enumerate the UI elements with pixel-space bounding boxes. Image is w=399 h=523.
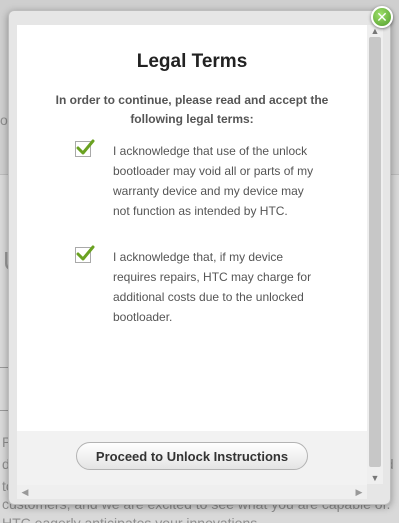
term-2-checkbox[interactable] [75, 245, 95, 263]
scroll-down-arrow-icon[interactable]: ▼ [367, 472, 383, 484]
term-2-text: I acknowledge that, if my device require… [113, 250, 312, 324]
proceed-to-unlock-button[interactable]: Proceed to Unlock Instructions [76, 442, 308, 470]
dialog-footer: Proceed to Unlock Instructions [17, 431, 367, 485]
dialog-content: Legal Terms In order to continue, please… [17, 25, 367, 431]
background-text: HTC eagerly anticipates your innovations… [2, 515, 262, 523]
scroll-right-arrow-icon[interactable]: ▶ [353, 485, 365, 499]
scroll-left-arrow-icon[interactable]: ◀ [19, 485, 31, 499]
dialog-intro: In order to continue, please read and ac… [55, 93, 329, 126]
close-icon: ✕ [376, 9, 388, 25]
term-1-text: I acknowledge that use of the unlock boo… [113, 144, 314, 218]
legal-terms-dialog: Legal Terms In order to continue, please… [8, 10, 391, 505]
horizontal-scrollbar[interactable]: ◀ ▶ [17, 485, 367, 499]
dialog-title: Legal Terms [136, 51, 248, 72]
close-dialog-button[interactable]: ✕ [371, 6, 393, 28]
vertical-scroll-thumb[interactable] [369, 37, 381, 467]
checkmark-icon [76, 245, 95, 261]
vertical-scrollbar[interactable]: ▲ ▼ [367, 25, 383, 484]
checkmark-icon [76, 139, 95, 155]
term-1-checkbox[interactable] [75, 139, 95, 157]
